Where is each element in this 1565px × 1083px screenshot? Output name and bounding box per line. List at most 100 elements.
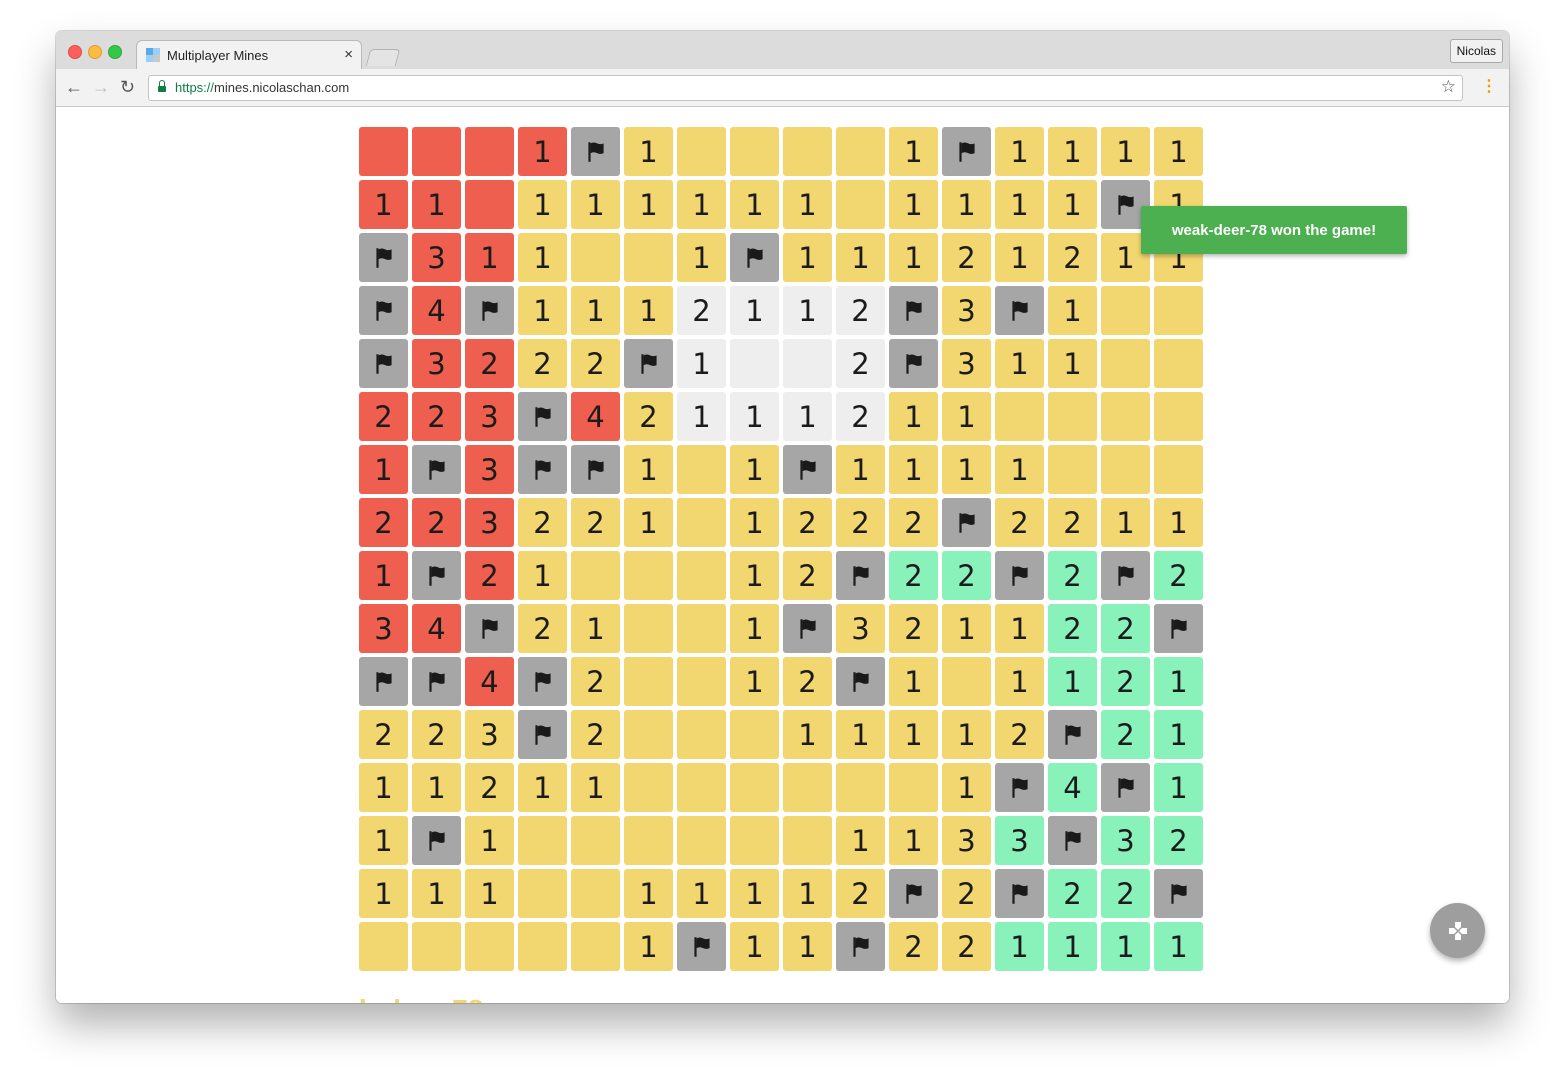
board-cell[interactable]: 2 xyxy=(359,498,408,547)
board-cell[interactable]: 1 xyxy=(942,710,991,759)
board-cell[interactable] xyxy=(624,816,673,865)
flagged-cell[interactable] xyxy=(677,922,726,971)
board-cell[interactable]: 3 xyxy=(1101,816,1150,865)
board-cell[interactable]: 1 xyxy=(412,763,461,812)
board-cell[interactable]: 2 xyxy=(1048,551,1097,600)
flagged-cell[interactable] xyxy=(412,445,461,494)
board-cell[interactable] xyxy=(1048,445,1097,494)
board-cell[interactable]: 3 xyxy=(465,392,514,441)
board-cell[interactable]: 1 xyxy=(518,763,567,812)
board-cell[interactable]: 1 xyxy=(783,869,832,918)
board-cell[interactable]: 1 xyxy=(624,180,673,229)
board-cell[interactable]: 1 xyxy=(465,869,514,918)
gamepad-button[interactable] xyxy=(1430,903,1485,958)
board-cell[interactable]: 1 xyxy=(836,445,885,494)
board-cell[interactable] xyxy=(942,657,991,706)
board-cell[interactable]: 3 xyxy=(412,233,461,282)
board-cell[interactable]: 2 xyxy=(571,657,620,706)
board-cell[interactable]: 1 xyxy=(942,604,991,653)
board-cell[interactable] xyxy=(359,127,408,176)
board-cell[interactable]: 2 xyxy=(889,604,938,653)
board-cell[interactable]: 4 xyxy=(465,657,514,706)
board-cell[interactable]: 2 xyxy=(465,763,514,812)
board-cell[interactable] xyxy=(1154,286,1203,335)
board-cell[interactable]: 1 xyxy=(571,286,620,335)
flagged-cell[interactable] xyxy=(412,657,461,706)
board-cell[interactable]: 2 xyxy=(1101,657,1150,706)
board-cell[interactable]: 3 xyxy=(942,816,991,865)
board-cell[interactable]: 1 xyxy=(359,763,408,812)
board-cell[interactable] xyxy=(677,816,726,865)
board-cell[interactable]: 1 xyxy=(942,763,991,812)
board-cell[interactable] xyxy=(836,180,885,229)
board-cell[interactable]: 1 xyxy=(1154,763,1203,812)
board-cell[interactable] xyxy=(412,922,461,971)
board-cell[interactable] xyxy=(624,551,673,600)
board-cell[interactable]: 2 xyxy=(359,710,408,759)
board-cell[interactable]: 2 xyxy=(836,339,885,388)
board-cell[interactable]: 1 xyxy=(1048,657,1097,706)
board-cell[interactable] xyxy=(836,763,885,812)
board-cell[interactable]: 2 xyxy=(1048,869,1097,918)
board-cell[interactable]: 1 xyxy=(571,604,620,653)
board-cell[interactable]: 2 xyxy=(942,551,991,600)
board-cell[interactable] xyxy=(677,763,726,812)
board-cell[interactable]: 2 xyxy=(624,392,673,441)
board-cell[interactable]: 4 xyxy=(571,392,620,441)
board-cell[interactable]: 1 xyxy=(730,498,779,547)
board-cell[interactable]: 3 xyxy=(836,604,885,653)
board-cell[interactable] xyxy=(518,869,567,918)
board-cell[interactable]: 4 xyxy=(412,286,461,335)
flagged-cell[interactable] xyxy=(995,286,1044,335)
browser-menu-icon[interactable]: ⋮ xyxy=(1481,76,1497,96)
board-cell[interactable]: 3 xyxy=(995,816,1044,865)
flagged-cell[interactable] xyxy=(995,763,1044,812)
board-cell[interactable]: 2 xyxy=(783,498,832,547)
board-cell[interactable]: 1 xyxy=(359,551,408,600)
board-cell[interactable]: 2 xyxy=(942,922,991,971)
board-cell[interactable]: 2 xyxy=(1048,498,1097,547)
board-cell[interactable]: 1 xyxy=(995,604,1044,653)
board-cell[interactable] xyxy=(783,763,832,812)
new-tab-button[interactable] xyxy=(365,49,401,66)
board-cell[interactable]: 1 xyxy=(677,233,726,282)
board-cell[interactable]: 2 xyxy=(359,392,408,441)
tab-close-icon[interactable]: × xyxy=(344,46,353,63)
board-cell[interactable]: 1 xyxy=(783,286,832,335)
board-cell[interactable] xyxy=(730,816,779,865)
board-cell[interactable]: 3 xyxy=(942,286,991,335)
board-cell[interactable]: 1 xyxy=(624,922,673,971)
board-cell[interactable]: 2 xyxy=(412,392,461,441)
board-cell[interactable]: 2 xyxy=(571,339,620,388)
board-cell[interactable]: 1 xyxy=(889,710,938,759)
flagged-cell[interactable] xyxy=(465,286,514,335)
flagged-cell[interactable] xyxy=(995,869,1044,918)
board-cell[interactable]: 4 xyxy=(412,604,461,653)
board-cell[interactable]: 1 xyxy=(359,869,408,918)
board-cell[interactable]: 2 xyxy=(1048,604,1097,653)
board-cell[interactable] xyxy=(677,710,726,759)
board-cell[interactable]: 1 xyxy=(730,922,779,971)
board-cell[interactable] xyxy=(677,604,726,653)
board-cell[interactable] xyxy=(624,763,673,812)
flagged-cell[interactable] xyxy=(1048,710,1097,759)
board-cell[interactable]: 2 xyxy=(1048,233,1097,282)
board-cell[interactable] xyxy=(518,816,567,865)
board-cell[interactable]: 1 xyxy=(359,445,408,494)
board-cell[interactable]: 2 xyxy=(836,286,885,335)
board-cell[interactable]: 1 xyxy=(465,816,514,865)
flagged-cell[interactable] xyxy=(836,551,885,600)
board-cell[interactable]: 2 xyxy=(412,498,461,547)
flagged-cell[interactable] xyxy=(836,657,885,706)
board-cell[interactable]: 1 xyxy=(624,286,673,335)
board-cell[interactable]: 1 xyxy=(730,869,779,918)
flagged-cell[interactable] xyxy=(889,286,938,335)
flagged-cell[interactable] xyxy=(1101,763,1150,812)
board-cell[interactable]: 1 xyxy=(995,445,1044,494)
flagged-cell[interactable] xyxy=(624,339,673,388)
board-cell[interactable]: 1 xyxy=(942,180,991,229)
board-cell[interactable]: 2 xyxy=(783,657,832,706)
board-cell[interactable]: 1 xyxy=(783,180,832,229)
board-cell[interactable]: 1 xyxy=(730,445,779,494)
board-cell[interactable]: 2 xyxy=(889,922,938,971)
